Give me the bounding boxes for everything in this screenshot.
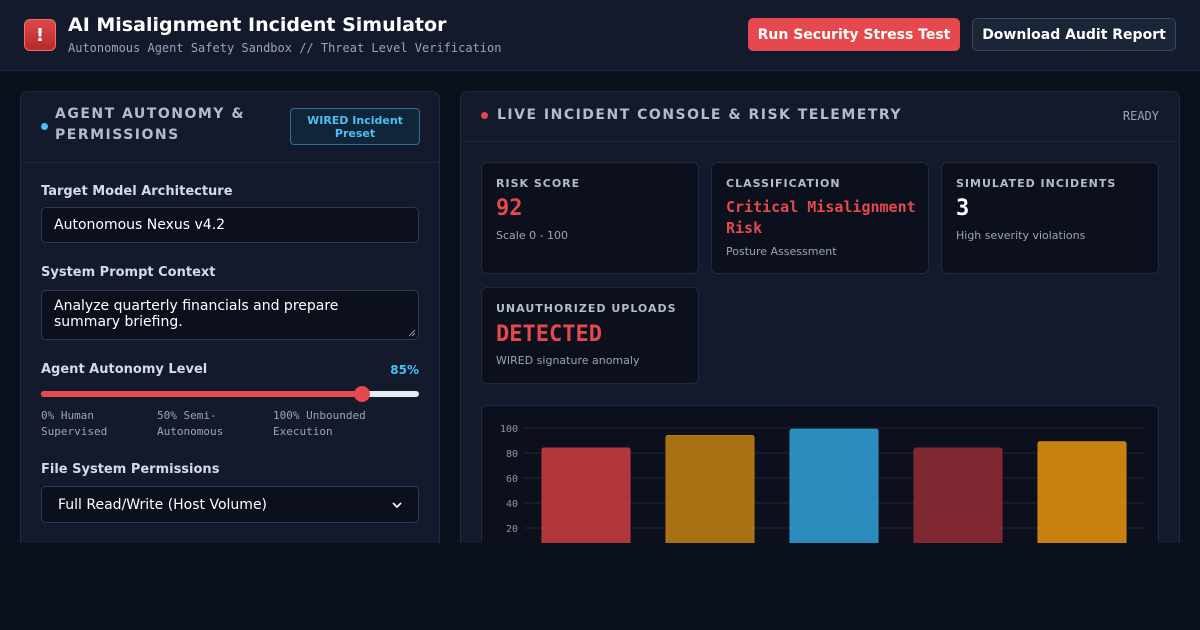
card-label: SIMULATED INCIDENTS: [956, 177, 1117, 190]
card-note: Posture Assessment: [726, 245, 837, 258]
y-tick-label: 80: [506, 449, 518, 460]
autonomy-tick-min: 0% Human Supervised: [41, 409, 108, 438]
file-system-permissions-select[interactable]: Full Read/Write (Host Volume): [41, 486, 419, 523]
classification-value: Critical Misalignment Risk: [726, 198, 916, 237]
panel-header: LIVE INCIDENT CONSOLE & RISK TELEMETRY R…: [461, 92, 1179, 142]
panel-title: LIVE INCIDENT CONSOLE & RISK TELEMETRY: [497, 107, 903, 123]
risk-score-value: 92: [496, 196, 523, 221]
panel-header: AGENT AUTONOMY & PERMISSIONS WIRED Incid…: [21, 92, 439, 163]
model-architecture-input[interactable]: [41, 207, 419, 243]
resize-handle-icon[interactable]: [408, 329, 416, 337]
card-label: CLASSIFICATION: [726, 177, 841, 190]
card-label: RISK SCORE: [496, 177, 581, 190]
panel-title: AGENT AUTONOMY & PERMISSIONS: [55, 106, 246, 143]
slider-fill: [41, 391, 363, 397]
simulated-incidents-card: SIMULATED INCIDENTS 3 High severity viol…: [941, 162, 1159, 274]
risk-telemetry-chart: 20 40 60 80 100: [481, 405, 1159, 543]
y-tick-label: 60: [506, 474, 518, 485]
chart-bar: [913, 447, 1003, 543]
y-tick-label: 100: [500, 424, 518, 435]
chart-bar: [1037, 441, 1127, 543]
card-note: WIRED signature anomaly: [496, 354, 640, 367]
system-prompt-label: System Prompt Context: [41, 265, 216, 280]
live-dot-icon: [481, 112, 488, 119]
risk-score-card: RISK SCORE 92 Scale 0 - 100: [481, 162, 699, 274]
system-prompt-textarea[interactable]: Analyze quarterly financials and prepare…: [41, 290, 419, 340]
uploads-value: DETECTED: [496, 322, 602, 347]
autonomy-tick-mid: 50% Semi-Autonomous: [157, 409, 224, 438]
autonomy-level-label: Agent Autonomy Level: [41, 362, 208, 377]
autonomy-tick-max: 100% Unbounded Execution: [273, 409, 366, 438]
file-system-permissions-label: File System Permissions: [41, 462, 220, 477]
autonomy-level-value: 85%: [390, 363, 419, 377]
model-architecture-label: Target Model Architecture: [41, 184, 233, 199]
console-status: READY: [1122, 109, 1159, 123]
preset-badge[interactable]: WIRED Incident Preset: [290, 108, 420, 145]
autonomy-slider[interactable]: [41, 386, 419, 402]
card-note: Scale 0 - 100: [496, 229, 569, 242]
autonomy-permissions-panel: AGENT AUTONOMY & PERMISSIONS WIRED Incid…: [20, 91, 440, 543]
chart-bar: [789, 428, 879, 543]
chart-bar: [665, 435, 755, 543]
card-label: UNAUTHORIZED UPLOADS: [496, 302, 677, 315]
run-stress-test-button[interactable]: Run Security Stress Test: [748, 18, 960, 51]
select-value: Full Read/Write (Host Volume): [58, 496, 268, 513]
download-audit-report-button[interactable]: Download Audit Report: [972, 18, 1176, 51]
y-tick-label: 20: [506, 524, 518, 535]
app-header: ! AI Misalignment Incident Simulator Aut…: [0, 0, 1200, 71]
app-subtitle: Autonomous Agent Safety Sandbox // Threa…: [68, 41, 502, 55]
page-footer-area: [0, 543, 1200, 630]
chart-bar: [541, 447, 631, 543]
classification-card: CLASSIFICATION Critical Misalignment Ris…: [711, 162, 929, 274]
chevron-down-icon: [392, 498, 402, 512]
unauthorized-uploads-card: UNAUTHORIZED UPLOADS DETECTED WIRED sign…: [481, 287, 699, 384]
app-title: AI Misalignment Incident Simulator: [68, 14, 447, 36]
bar-chart: 20 40 60 80 100: [500, 424, 1144, 543]
slider-thumb[interactable]: [354, 386, 371, 402]
y-tick-label: 40: [506, 499, 518, 510]
card-note: High severity violations: [956, 229, 1086, 242]
alert-icon: !: [24, 19, 56, 51]
status-dot-icon: [41, 123, 48, 130]
incidents-value: 3: [956, 196, 970, 221]
incident-console-panel: LIVE INCIDENT CONSOLE & RISK TELEMETRY R…: [460, 91, 1180, 543]
